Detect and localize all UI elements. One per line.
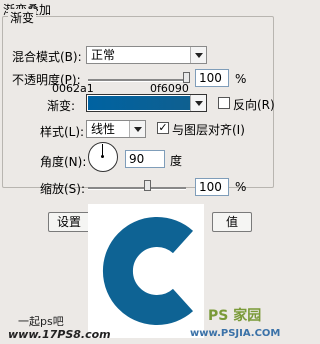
align-with-layer-label: 与图层对齐(I): [172, 123, 245, 137]
style-dropdown[interactable]: 线性: [86, 120, 146, 138]
blend-mode-label: 混合模式(B):: [12, 50, 82, 64]
angle-input[interactable]: 90: [125, 150, 165, 168]
angle-unit: 度: [170, 154, 183, 168]
check-icon: ✓: [158, 121, 168, 134]
style-value: 线性: [91, 122, 116, 136]
scale-slider-thumb[interactable]: [144, 180, 151, 191]
scale-unit: %: [235, 180, 247, 194]
align-with-layer-checkbox[interactable]: ✓: [157, 122, 169, 134]
watermark-right-top: PS 家园: [208, 308, 262, 324]
reverse-label: 反向(R): [233, 98, 275, 112]
blend-mode-value: 正常: [91, 48, 116, 62]
angle-label: 角度(N):: [40, 155, 87, 169]
gradient-picker[interactable]: [86, 94, 207, 112]
watermark-left-top: 一起ps吧: [18, 315, 64, 328]
reverse-checkbox[interactable]: [218, 97, 230, 109]
settings-button[interactable]: 设置: [48, 212, 90, 232]
watermark-right-bottom: www.PSJIA.COM: [190, 328, 281, 339]
scale-slider-track[interactable]: [88, 187, 186, 190]
logo-preview-image: [88, 204, 204, 338]
blend-mode-dropdown[interactable]: 正常: [86, 46, 207, 64]
value-button[interactable]: 值: [212, 212, 252, 232]
opacity-unit: %: [235, 72, 247, 86]
c-logo-icon: [103, 217, 194, 325]
watermark-left-bottom: www.17PS8.com: [8, 328, 111, 341]
angle-dial[interactable]: [88, 142, 118, 172]
scale-input[interactable]: 100: [195, 178, 229, 196]
group-title: 渐变: [8, 9, 37, 26]
style-label: 样式(L):: [40, 125, 85, 139]
chevron-down-icon: [190, 47, 206, 63]
opacity-input[interactable]: 100: [195, 69, 229, 87]
gradient-preview: [88, 96, 191, 110]
chevron-down-icon[interactable]: [190, 95, 206, 111]
angle-dial-center: [101, 155, 104, 158]
chevron-down-icon: [129, 121, 145, 137]
scale-label: 缩放(S):: [40, 182, 86, 196]
gradient-label: 渐变:: [47, 99, 76, 113]
